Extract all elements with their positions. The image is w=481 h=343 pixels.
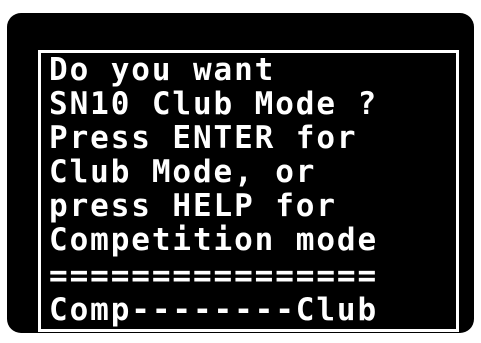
- prompt-line-3: Press ENTER for: [49, 120, 358, 156]
- prompt-line-5: press HELP for: [49, 188, 337, 224]
- softkey-labels: Comp--------Club: [49, 292, 379, 328]
- prompt-line-2: SN10 Club Mode ?: [49, 86, 379, 122]
- device-frame: Do you want SN10 Club Mode ? Press ENTER…: [7, 13, 474, 333]
- prompt-line-4: Club Mode, or: [49, 154, 317, 190]
- prompt-line-6: Competition mode: [49, 222, 379, 258]
- lcd-screen: Do you want SN10 Club Mode ? Press ENTER…: [38, 50, 459, 332]
- prompt-line-1: Do you want: [49, 52, 276, 88]
- separator-line: ================: [49, 258, 379, 294]
